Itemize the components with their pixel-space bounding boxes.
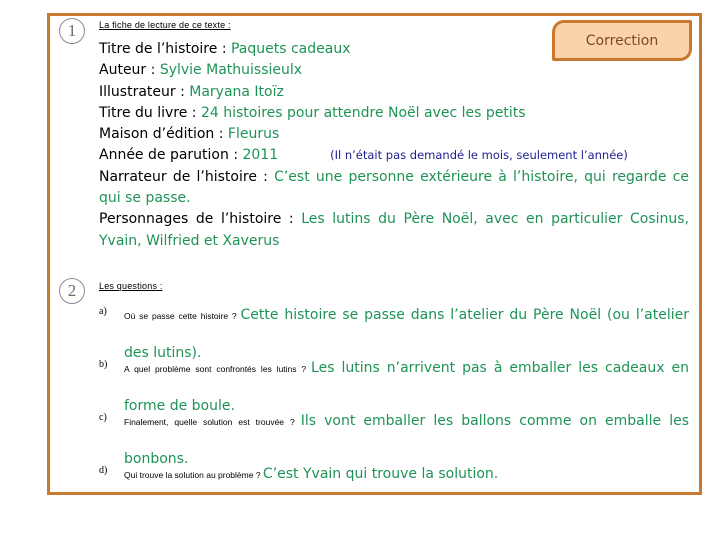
field-label: Année de parution :	[99, 147, 243, 164]
section-number-2-icon: 2	[59, 278, 85, 304]
year-note: (Il n’était pas demandé le mois, seuleme…	[330, 148, 628, 163]
field-label: Illustrateur :	[99, 83, 190, 100]
field-value: Paquets cadeaux	[230, 41, 351, 57]
field-characters: Personnages de l’histoire : Les lutins d…	[99, 209, 689, 252]
field-narrator: Narrateur de l’histoire : C’est une pers…	[99, 167, 689, 210]
field-book-title: Titre du livre : 24 histoires pour atten…	[99, 103, 689, 124]
field-publisher: Maison d’édition : Fleurus	[99, 124, 689, 145]
question-body: Qui trouve la solution au problème ? C’e…	[124, 455, 689, 493]
reading-sheet: Titre de l’histoire : Paquets cadeaux Au…	[99, 39, 689, 252]
question-label: a)	[99, 306, 107, 317]
field-value: 24 histoires pour attendre Noël avec les…	[200, 104, 526, 121]
field-value: Fleurus	[227, 126, 280, 143]
field-label: Narrateur de l’histoire :	[99, 168, 275, 185]
field-value: 2011	[242, 147, 279, 164]
field-label: Personnages de l’histoire :	[99, 211, 302, 228]
question-text: Qui trouve la solution au problème ?	[124, 470, 263, 480]
section-number-1-icon: 1	[59, 18, 85, 44]
question-text: Où se passe cette histoire ?	[124, 311, 241, 321]
section2-heading: Les questions :	[99, 281, 163, 291]
field-year: Année de parution : 2011 (Il n’était pas …	[99, 145, 689, 166]
field-author: Auteur : Sylvie Mathuissieulx	[99, 60, 689, 81]
field-label: Titre de l’histoire :	[99, 41, 231, 57]
answer-text: C’est Yvain qui trouve la solution.	[262, 466, 499, 482]
field-value: Maryana Itoïz	[189, 83, 284, 100]
field-title: Titre de l’histoire : Paquets cadeaux	[99, 39, 689, 60]
section1-heading: La fiche de lecture de ce texte :	[99, 20, 231, 30]
question-label: d)	[99, 465, 108, 476]
question-label: b)	[99, 359, 108, 370]
field-label: Maison d’édition :	[99, 126, 228, 143]
field-label: Titre du livre :	[99, 104, 201, 121]
field-label: Auteur :	[99, 62, 160, 79]
field-illustrator: Illustrateur : Maryana Itoïz	[99, 82, 689, 103]
question-label: c)	[99, 412, 107, 423]
question-text: A quel problème sont confrontés les luti…	[124, 364, 312, 374]
field-value: Sylvie Mathuissieulx	[159, 62, 303, 79]
question-text: Finalement, quelle solution est trouvée …	[124, 417, 301, 427]
